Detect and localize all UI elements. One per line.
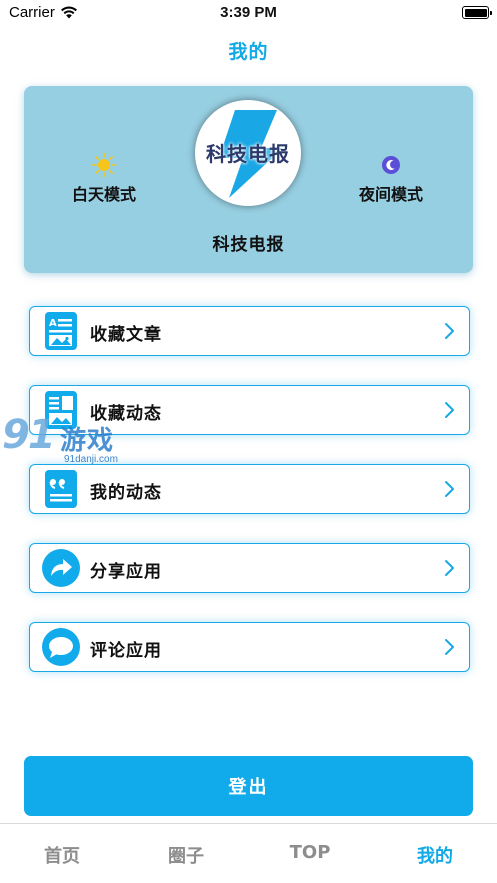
- chevron-right-icon: [445, 481, 454, 497]
- chevron-right-icon: [445, 639, 454, 655]
- watermark-url: 91danji.com: [64, 454, 118, 465]
- menu-item-label: 分享应用: [90, 562, 162, 582]
- status-bar: Carrier 3:39 PM: [0, 0, 497, 26]
- quote-icon: [45, 470, 77, 508]
- moon-icon: [382, 156, 400, 174]
- clock: 3:39 PM: [220, 4, 277, 21]
- chevron-right-icon: [445, 402, 454, 418]
- menu-item-review-app[interactable]: 评论应用: [29, 622, 470, 672]
- username: 科技电报: [212, 235, 285, 255]
- tab-circle[interactable]: 圈子: [124, 842, 248, 868]
- tab-home[interactable]: 首页: [0, 842, 124, 868]
- battery-fill: [464, 8, 487, 17]
- share-icon: [42, 549, 80, 587]
- night-mode-label: 夜间模式: [358, 185, 423, 204]
- article-icon: A: [45, 312, 77, 350]
- watermark-logo: 91 游戏 91danji.com: [2, 412, 137, 472]
- menu-item-label: 收藏文章: [90, 325, 162, 345]
- watermark-text: 游戏: [60, 426, 115, 456]
- tab-top[interactable]: TOP: [248, 842, 372, 863]
- page-title: 我的: [228, 41, 269, 63]
- comment-icon: [42, 628, 80, 666]
- chevron-right-icon: [445, 560, 454, 576]
- chevron-right-icon: [445, 323, 454, 339]
- night-mode-button[interactable]: 夜间模式: [351, 152, 431, 205]
- menu-item-label: 我的动态: [90, 483, 162, 503]
- battery-icon: [462, 6, 492, 19]
- app-logo: 科技电报: [195, 100, 301, 206]
- day-mode-label: 白天模式: [71, 185, 136, 204]
- tab-bar: 首页 圈子 TOP 我的: [0, 823, 497, 883]
- menu-item-share-app[interactable]: 分享应用: [29, 543, 470, 593]
- sun-icon: [91, 152, 117, 178]
- profile-card: 白天模式 科技电报 夜间模式 科技电报: [24, 86, 473, 273]
- watermark-number: 91: [2, 412, 56, 458]
- menu-item-label: 评论应用: [90, 641, 162, 661]
- menu-item-saved-articles[interactable]: A 收藏文章: [29, 306, 470, 356]
- logo-text: 科技电报: [206, 142, 290, 166]
- svg-text:A: A: [49, 318, 57, 329]
- logout-button[interactable]: 登出: [24, 756, 473, 816]
- tab-mine[interactable]: 我的: [373, 842, 497, 868]
- day-mode-button[interactable]: 白天模式: [64, 152, 144, 205]
